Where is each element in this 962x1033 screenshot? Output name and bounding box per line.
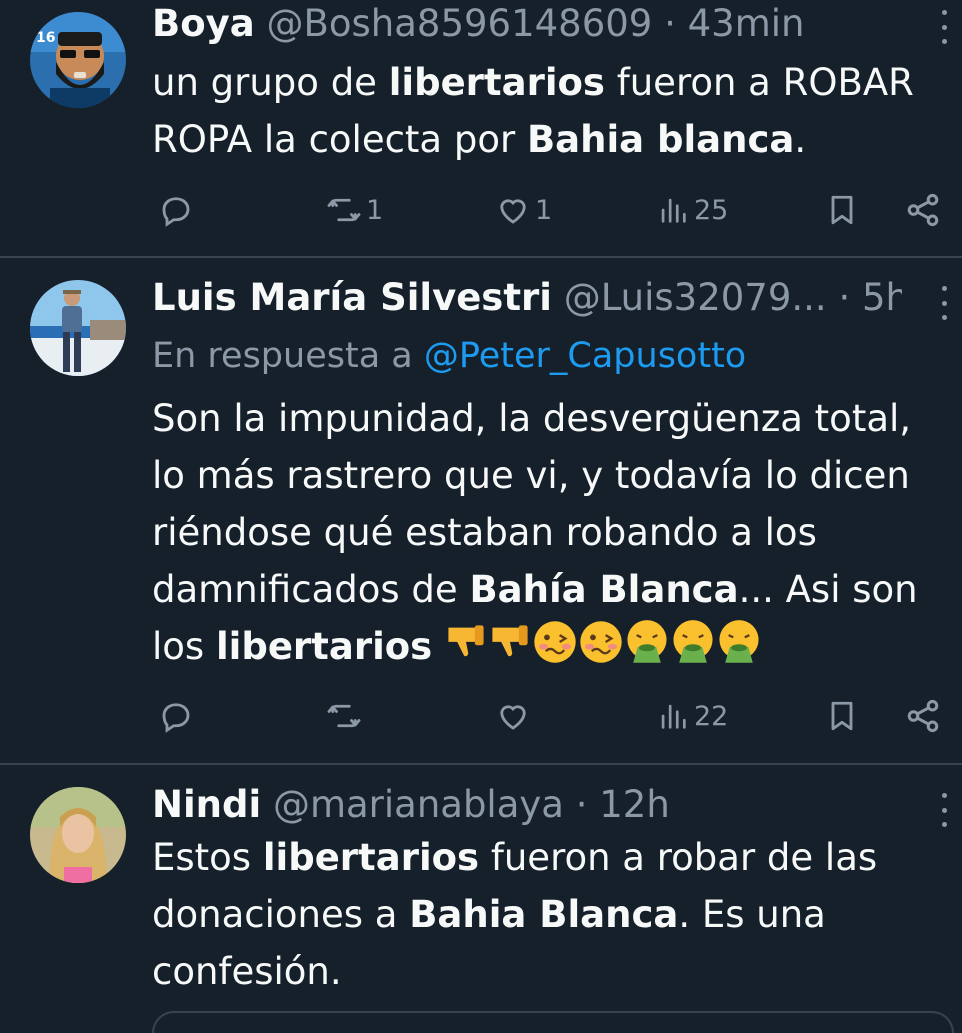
retweet-button[interactable]: 1 — [326, 188, 383, 232]
action-bar: 22 — [0, 694, 962, 738]
tweet-header: Boya @Bosha8596148609 · 43min — [152, 0, 902, 48]
user-handle[interactable]: @marianablaya — [273, 783, 564, 826]
like-count: 1 — [535, 194, 553, 226]
vomiting-face-emoji-icon — [719, 620, 759, 663]
views-button[interactable]: 25 — [656, 188, 728, 232]
user-handle[interactable]: @Luis32079... — [564, 276, 827, 319]
avatar[interactable] — [30, 787, 126, 883]
reply-button[interactable] — [158, 188, 194, 232]
views-button[interactable]: 22 — [656, 694, 728, 738]
more-icon[interactable] — [940, 10, 948, 44]
separator-dot: · — [664, 2, 676, 45]
retweet-icon — [327, 704, 361, 728]
avatar[interactable]: 16 — [30, 12, 126, 108]
tweet-text: Estos libertarios fueron a robar de las … — [152, 836, 878, 993]
like-button[interactable]: 1 — [495, 188, 552, 232]
timestamp[interactable]: 12h — [599, 783, 670, 826]
like-icon — [500, 705, 526, 730]
more-icon[interactable] — [940, 793, 948, 827]
action-bar: 1 1 25 — [0, 188, 962, 232]
avatar[interactable] — [30, 280, 126, 376]
more-icon[interactable] — [940, 286, 948, 320]
vomiting-face-emoji-icon — [627, 620, 667, 663]
retweet-icon — [327, 198, 361, 222]
share-button[interactable] — [904, 188, 942, 232]
tweet-header: Nindi @marianablaya · 12h — [152, 781, 902, 829]
user-handle[interactable]: @Bosha8596148609 — [266, 2, 652, 45]
bookmark-icon — [831, 701, 853, 731]
retweet-button[interactable] — [326, 694, 362, 738]
reply-context: En respuesta a @Peter_Capusotto — [152, 332, 746, 380]
display-name[interactable]: Nindi — [152, 783, 261, 826]
views-icon — [661, 198, 686, 223]
reply-icon — [162, 197, 190, 227]
separator-dot: · — [575, 783, 588, 826]
mention-link[interactable]: @Peter_Capusotto — [424, 336, 746, 376]
retweet-count: 1 — [366, 194, 384, 226]
thumbs-down-emoji-icon — [492, 625, 528, 657]
vomiting-face-emoji-icon — [673, 620, 713, 663]
tweet[interactable]: Luis María Silvestri @Luis32079... · 5h … — [0, 258, 962, 763]
display-name[interactable]: Luis María Silvestri — [152, 276, 552, 319]
thumbs-down-emoji-icon — [448, 625, 484, 657]
separator-dot: · — [838, 276, 851, 319]
emoji-row — [444, 620, 762, 668]
share-button[interactable] — [904, 694, 942, 738]
bookmark-button[interactable] — [824, 694, 860, 738]
reply-prefix: En respuesta a — [152, 336, 413, 376]
views-count: 22 — [694, 700, 729, 732]
woozy-face-emoji-icon — [534, 621, 576, 663]
bookmark-icon — [831, 195, 853, 225]
timestamp[interactable]: 43min — [688, 2, 805, 45]
views-count: 25 — [694, 194, 729, 226]
views-icon — [661, 704, 686, 729]
like-icon — [500, 199, 526, 224]
share-icon — [907, 193, 939, 227]
like-button[interactable] — [495, 694, 531, 738]
tweet-text: un grupo de libertarios fueron a ROBAR R… — [152, 61, 914, 161]
reply-button[interactable] — [158, 694, 194, 738]
tweet[interactable]: Nindi @marianablaya · 12h Estos libertar… — [0, 765, 962, 1033]
reply-icon — [162, 703, 190, 733]
woozy-face-emoji-icon — [580, 621, 622, 663]
display-name[interactable]: Boya — [152, 2, 255, 45]
media-card-edge — [152, 1011, 954, 1033]
bookmark-button[interactable] — [824, 188, 860, 232]
share-icon — [907, 699, 939, 733]
tweet-text: Son la impunidad, la desvergüenza total,… — [152, 397, 918, 668]
tweet-header: Luis María Silvestri @Luis32079... · 5h — [152, 274, 902, 322]
svg-text:16: 16 — [36, 30, 55, 46]
timestamp[interactable]: 5h — [862, 276, 902, 319]
tweet[interactable]: 16 Boya @Bosha8596148609 · 43min un grup… — [0, 0, 962, 256]
